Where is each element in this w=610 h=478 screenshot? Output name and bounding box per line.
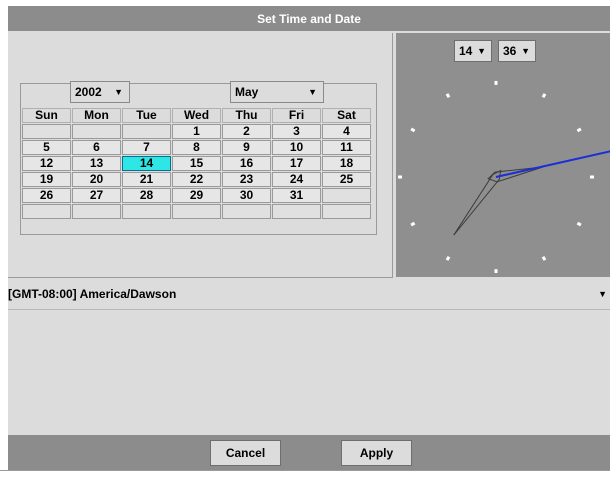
day-cell[interactable]: 1 [172, 124, 221, 139]
day-cell[interactable]: 4 [322, 124, 371, 139]
chevron-down-icon: ▼ [598, 289, 607, 299]
calendar: 2002 ▼ May ▼ Sun Mon Tue Wed Thu Fri Sat 1 2 3 4 5 6… [20, 81, 377, 235]
empty-content-area [8, 309, 610, 436]
day-cell[interactable]: 22 [172, 172, 221, 187]
day-cell[interactable]: 13 [72, 156, 121, 171]
weekday-header: Fri [272, 108, 321, 123]
day-cell[interactable]: 2 [222, 124, 271, 139]
day-cell[interactable]: 9 [222, 140, 271, 155]
week-row: 1234 [22, 124, 375, 139]
day-cell[interactable]: 11 [322, 140, 371, 155]
weekday-header: Mon [72, 108, 121, 123]
day-cell[interactable]: 24 [272, 172, 321, 187]
week-row: 5 6 7 8 9 10 11 [22, 140, 375, 155]
day-cell[interactable]: 30 [222, 188, 271, 203]
weekday-header: Sat [322, 108, 371, 123]
month-dropdown[interactable]: May ▼ [230, 81, 324, 103]
clock-panel: 14 ▼ 36 ▼ [396, 33, 610, 277]
year-dropdown[interactable]: 2002 ▼ [70, 81, 130, 103]
second-hand [495, 150, 610, 178]
week-row: 12 13 14 15 16 17 18 [22, 156, 375, 171]
weekday-header: Thu [222, 108, 271, 123]
chevron-down-icon: ▼ [114, 87, 123, 97]
clock-tick-mark [410, 127, 416, 133]
day-cell[interactable]: 18 [322, 156, 371, 171]
day-cell[interactable]: 5 [22, 140, 71, 155]
dialog-title: Set Time and Date [8, 6, 610, 31]
day-cell[interactable]: 17 [272, 156, 321, 171]
clock-tick-mark [445, 93, 451, 98]
day-cell[interactable]: 28 [122, 188, 171, 203]
set-time-date-dialog: Set Time and Date 2002 ▼ May ▼ Sun Mon Tue… [8, 6, 610, 471]
day-cell[interactable]: 10 [272, 140, 321, 155]
week-row: 26 27 28 29 30 31 [22, 188, 375, 203]
day-cell[interactable]: 16 [222, 156, 271, 171]
empty-day-cell [172, 204, 221, 219]
clock-tick-mark [445, 256, 451, 261]
day-cell[interactable]: 26 [22, 188, 71, 203]
empty-day-cell [122, 204, 171, 219]
chevron-down-icon: ▼ [308, 87, 317, 97]
analog-clock [398, 80, 610, 274]
day-cell[interactable]: 19 [22, 172, 71, 187]
clock-tick-mark [576, 221, 582, 227]
weekday-header-row: Sun Mon Tue Wed Thu Fri Sat [22, 108, 375, 123]
day-cell[interactable]: 3 [272, 124, 321, 139]
empty-day-cell [72, 124, 121, 139]
empty-day-cell [222, 204, 271, 219]
calendar-grid: Sun Mon Tue Wed Thu Fri Sat 1 2 3 4 5 6 7 8 9 10 11 12 13 14… [22, 108, 375, 220]
day-cell[interactable]: 31 [272, 188, 321, 203]
empty-day-cell [22, 124, 71, 139]
weekday-header: Tue [122, 108, 171, 123]
weekday-header: Wed [172, 108, 221, 123]
day-cell[interactable]: 27 [72, 188, 121, 203]
weekday-header: Sun [22, 108, 71, 123]
day-cell[interactable]: 23 [222, 172, 271, 187]
button-bar: Cancel Apply [8, 435, 610, 471]
empty-day-cell [122, 124, 171, 139]
clock-tick-mark [541, 93, 547, 98]
clock-tick-mark [576, 127, 582, 133]
day-cell[interactable]: 12 [22, 156, 71, 171]
clock-tick-mark [410, 221, 416, 227]
day-cell[interactable]: 8 [172, 140, 221, 155]
empty-day-cell [72, 204, 121, 219]
day-cell[interactable]: 29 [172, 188, 221, 203]
empty-day-cell [322, 204, 371, 219]
timezone-dropdown[interactable]: [GMT-08:00] America/Dawson ▼ [8, 283, 610, 305]
clock-tick-mark [541, 256, 547, 261]
cancel-button[interactable]: Cancel [210, 440, 281, 466]
day-cell[interactable]: 25 [322, 172, 371, 187]
week-row: 19 20 21 22 23 24 25 [22, 172, 375, 187]
day-cell[interactable]: 15 [172, 156, 221, 171]
apply-button[interactable]: Apply [341, 440, 412, 466]
timezone-value: [GMT-08:00] America/Dawson [8, 287, 177, 301]
month-value: May [235, 85, 259, 99]
calendar-panel: 2002 ▼ May ▼ Sun Mon Tue Wed Thu Fri Sat 1 2 3 4 5 6… [8, 33, 393, 278]
day-cell[interactable]: 21 [122, 172, 171, 187]
day-cell[interactable]: 20 [72, 172, 121, 187]
empty-day-cell [322, 188, 371, 203]
empty-day-cell [272, 204, 321, 219]
empty-day-cell [22, 204, 71, 219]
year-value: 2002 [75, 85, 102, 99]
day-cell[interactable]: 7 [122, 140, 171, 155]
day-cell[interactable]: 6 [72, 140, 121, 155]
week-row [22, 204, 375, 219]
selected-day-cell[interactable]: 14 [122, 156, 171, 171]
